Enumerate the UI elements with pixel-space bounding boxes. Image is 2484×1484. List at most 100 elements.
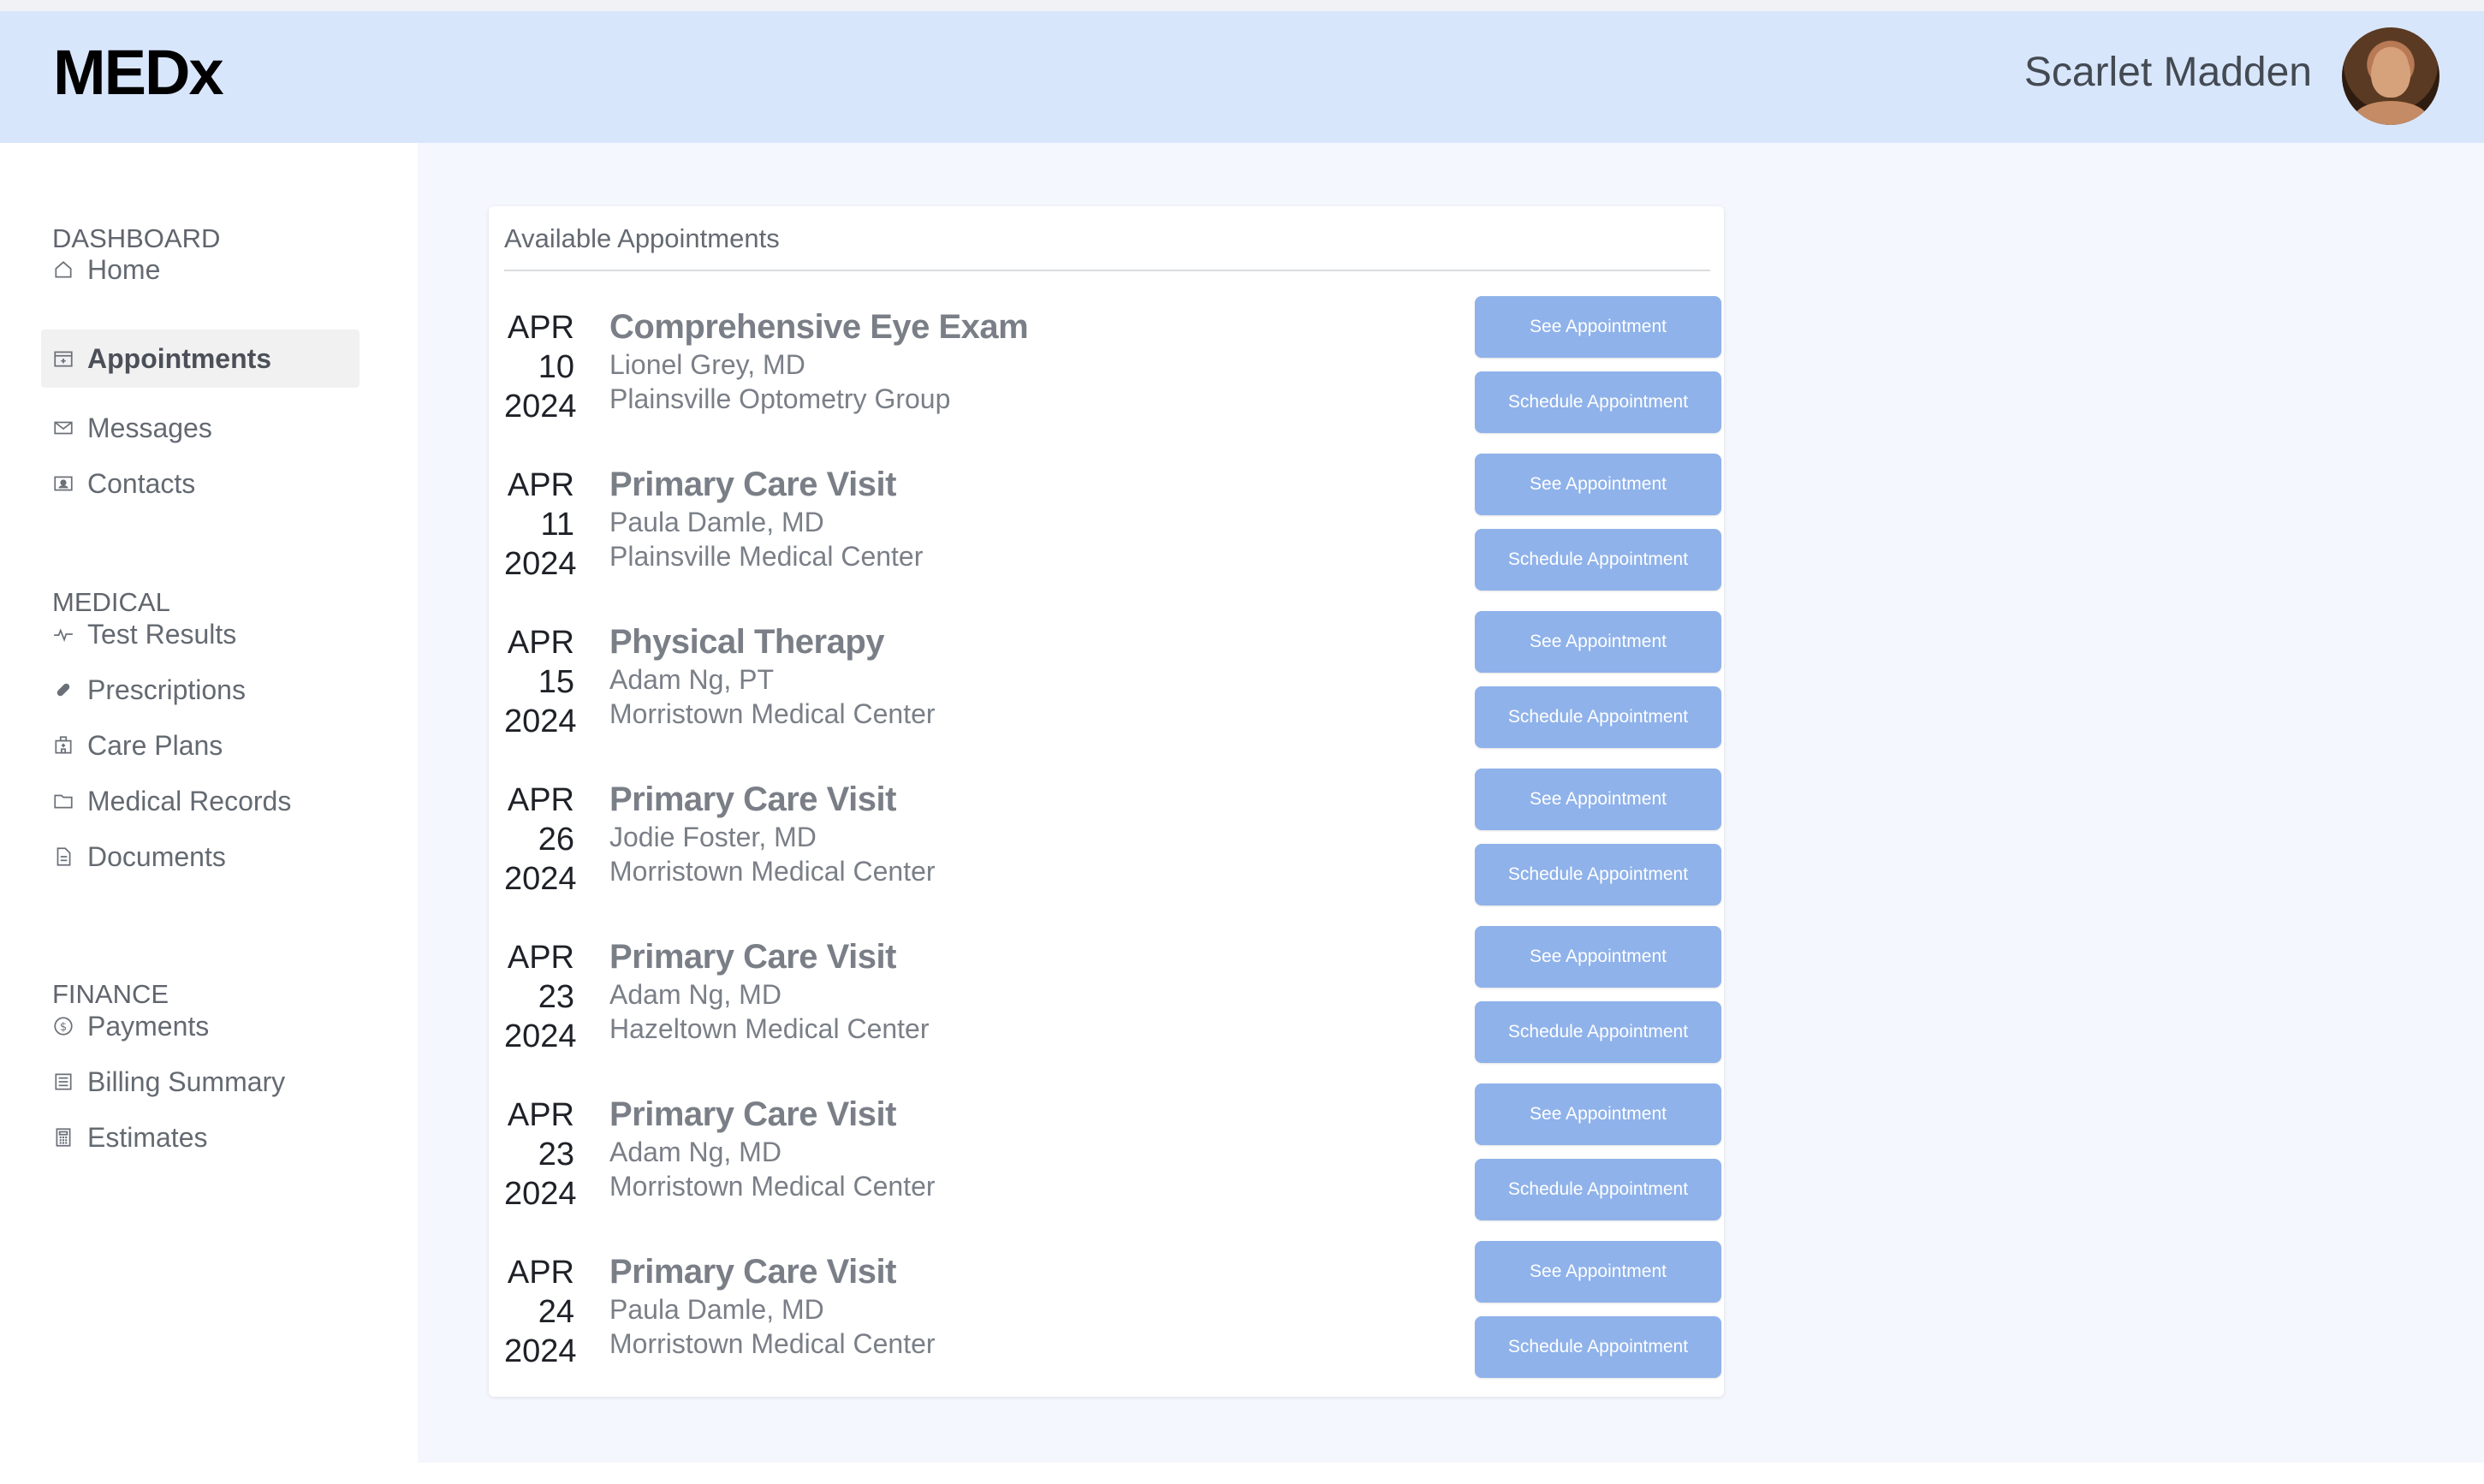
date-day: 23 xyxy=(538,1137,574,1172)
appointment-date: APR 26 2024 xyxy=(504,781,577,899)
schedule-appointment-button[interactable]: Schedule Appointment xyxy=(1475,1316,1721,1378)
sidebar-item-label: Documents xyxy=(87,841,226,872)
see-appointment-button[interactable]: See Appointment xyxy=(1475,926,1721,988)
schedule-appointment-button[interactable]: Schedule Appointment xyxy=(1475,1001,1721,1063)
see-appointment-button[interactable]: See Appointment xyxy=(1475,769,1721,830)
date-year: 2024 xyxy=(504,861,577,897)
schedule-appointment-button[interactable]: Schedule Appointment xyxy=(1475,686,1721,748)
document-icon xyxy=(52,846,74,868)
appointment-location: Morristown Medical Center xyxy=(609,698,936,729)
appointment-date: APR 23 2024 xyxy=(504,1095,577,1214)
avatar[interactable] xyxy=(2342,27,2439,125)
appointment-title: Primary Care Visit xyxy=(609,466,896,503)
hospital-icon xyxy=(52,734,74,757)
user-name[interactable]: Scarlet Madden xyxy=(2024,52,2312,93)
date-month: APR xyxy=(507,940,574,976)
sidebar-item-label: Appointments xyxy=(87,343,272,374)
sidebar-item-documents[interactable]: Documents xyxy=(41,828,360,886)
card-divider xyxy=(504,270,1710,271)
appointment-provider: Lionel Grey, MD xyxy=(609,349,805,380)
date-day: 15 xyxy=(538,664,574,700)
schedule-appointment-button[interactable]: Schedule Appointment xyxy=(1475,1159,1721,1220)
appointment-row: APR 23 2024 Primary Care Visit Adam Ng, … xyxy=(489,1080,1724,1238)
svg-text:$: $ xyxy=(60,1021,67,1034)
sidebar-item-care-plans[interactable]: Care Plans xyxy=(41,716,360,775)
appointment-date: APR 23 2024 xyxy=(504,938,577,1056)
see-appointment-button[interactable]: See Appointment xyxy=(1475,296,1721,358)
app-header: MEDx Scarlet Madden xyxy=(0,11,2484,143)
appointment-location: Hazeltown Medical Center xyxy=(609,1013,930,1044)
sidebar-item-payments[interactable]: $ Payments xyxy=(41,997,360,1055)
sidebar-item-label: Estimates xyxy=(87,1122,208,1153)
see-appointment-button[interactable]: See Appointment xyxy=(1475,1083,1721,1145)
appointment-provider: Jodie Foster, MD xyxy=(609,822,817,852)
appointment-row: APR 23 2024 Primary Care Visit Adam Ng, … xyxy=(489,923,1724,1080)
sidebar-item-estimates[interactable]: Estimates xyxy=(41,1108,360,1166)
sidebar-item-prescriptions[interactable]: Prescriptions xyxy=(41,661,360,719)
avatar-shoulders xyxy=(2354,101,2428,125)
sidebar-item-label: Care Plans xyxy=(87,730,223,761)
home-icon xyxy=(52,258,74,281)
appointment-row: APR 24 2024 Primary Care Visit Paula Dam… xyxy=(489,1238,1724,1395)
schedule-appointment-button[interactable]: Schedule Appointment xyxy=(1475,529,1721,591)
sidebar-item-label: Messages xyxy=(87,413,212,443)
date-day: 11 xyxy=(540,507,574,543)
appointment-provider: Adam Ng, MD xyxy=(609,979,781,1010)
date-day: 10 xyxy=(538,349,574,385)
dollar-coin-icon: $ xyxy=(52,1015,74,1037)
appointment-provider: Paula Damle, MD xyxy=(609,1294,824,1325)
calculator-icon xyxy=(52,1126,74,1149)
see-appointment-button[interactable]: See Appointment xyxy=(1475,1241,1721,1303)
sidebar: DASHBOARD Home Appointments Messages Con… xyxy=(0,143,418,1484)
sidebar-item-label: Home xyxy=(87,254,161,285)
sidebar-item-home[interactable]: Home xyxy=(41,240,360,299)
appointment-location: Plainsville Medical Center xyxy=(609,541,924,572)
calendar-icon xyxy=(52,347,74,370)
sidebar-item-contacts[interactable]: Contacts xyxy=(41,454,360,513)
sidebar-item-medical-records[interactable]: Medical Records xyxy=(41,772,360,830)
appointment-location: Morristown Medical Center xyxy=(609,856,936,887)
appointment-provider: Paula Damle, MD xyxy=(609,507,824,537)
schedule-appointment-button[interactable]: Schedule Appointment xyxy=(1475,844,1721,905)
date-month: APR xyxy=(507,1255,574,1291)
appointments-card: Available Appointments APR 10 2024 Compr… xyxy=(489,206,1724,1397)
envelope-icon xyxy=(52,417,74,439)
appointment-title: Primary Care Visit xyxy=(609,781,896,818)
date-day: 24 xyxy=(538,1294,574,1330)
folder-icon xyxy=(52,790,74,812)
pulse-icon xyxy=(52,623,74,645)
appointment-row: APR 11 2024 Primary Care Visit Paula Dam… xyxy=(489,450,1724,608)
top-strip xyxy=(0,0,2484,11)
billing-icon xyxy=(52,1071,74,1093)
date-year: 2024 xyxy=(504,1018,577,1054)
sidebar-item-billing-summary[interactable]: Billing Summary xyxy=(41,1053,360,1111)
appointment-date: APR 24 2024 xyxy=(504,1253,577,1371)
card-title: Available Appointments xyxy=(504,223,780,253)
date-month: APR xyxy=(507,625,574,661)
appointment-title: Primary Care Visit xyxy=(609,1253,896,1291)
appointment-location: Morristown Medical Center xyxy=(609,1171,936,1202)
date-year: 2024 xyxy=(504,1176,577,1212)
date-year: 2024 xyxy=(504,1333,577,1369)
sidebar-item-messages[interactable]: Messages xyxy=(41,399,360,457)
appointment-row: APR 10 2024 Comprehensive Eye Exam Lione… xyxy=(489,293,1724,450)
see-appointment-button[interactable]: See Appointment xyxy=(1475,454,1721,515)
sidebar-item-label: Prescriptions xyxy=(87,674,246,705)
sidebar-item-test-results[interactable]: Test Results xyxy=(41,605,360,663)
sidebar-item-label: Payments xyxy=(87,1011,210,1042)
appointment-location: Plainsville Optometry Group xyxy=(609,383,951,414)
appointment-date: APR 15 2024 xyxy=(504,623,577,741)
appointment-title: Comprehensive Eye Exam xyxy=(609,308,1029,346)
appointment-date: APR 11 2024 xyxy=(504,466,577,584)
contact-card-icon xyxy=(52,472,74,495)
sidebar-item-appointments[interactable]: Appointments xyxy=(41,329,360,388)
app-logo[interactable]: MEDx xyxy=(53,41,224,104)
appointment-row: APR 15 2024 Physical Therapy Adam Ng, PT… xyxy=(489,608,1724,765)
schedule-appointment-button[interactable]: Schedule Appointment xyxy=(1475,371,1721,433)
see-appointment-button[interactable]: See Appointment xyxy=(1475,611,1721,673)
avatar-face xyxy=(2371,50,2410,98)
date-day: 23 xyxy=(538,979,574,1015)
date-year: 2024 xyxy=(504,546,577,582)
date-day: 26 xyxy=(538,822,574,858)
appointment-provider: Adam Ng, PT xyxy=(609,664,775,695)
